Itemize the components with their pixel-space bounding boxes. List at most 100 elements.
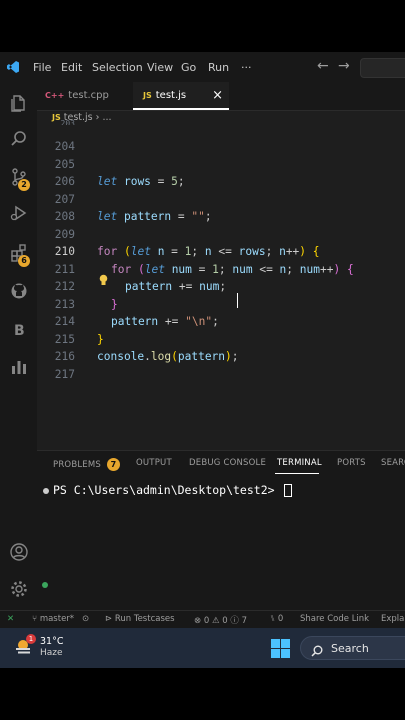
github-icon[interactable]: [0, 276, 37, 306]
vscode-logo-icon: [6, 60, 20, 74]
code-token: ;: [191, 245, 199, 258]
code-line: pattern += "\n";: [111, 315, 219, 328]
bracket-token: (: [137, 262, 145, 276]
explain-button[interactable]: Explain: [381, 614, 405, 624]
lightbulb-icon[interactable]: [98, 274, 109, 289]
line-number: 217: [54, 367, 75, 381]
warning-icon: ⚠: [211, 616, 220, 626]
code-token: console: [97, 350, 145, 363]
source-control-badge: 2: [18, 179, 30, 191]
back-arrow-icon[interactable]: ←: [317, 58, 329, 74]
problems-status-button[interactable]: ⊗ 0 ⚠ 0 ⓘ 7: [194, 614, 247, 626]
menu-run[interactable]: Run: [208, 61, 229, 74]
code-token: ++: [320, 262, 334, 276]
code-token: +=: [158, 315, 186, 328]
terminal-prompt[interactable]: PS C:\Users\admin\Desktop\test2>: [43, 483, 293, 497]
code-line: }: [97, 333, 104, 346]
search-icon[interactable]: [0, 124, 37, 154]
vscode-window: File Edit Selection View Go Run ··· ← → …: [0, 52, 405, 668]
panel-tab-ports[interactable]: PORTS: [337, 458, 366, 468]
code-line: for (let n = 1; n <= rows; n++) {: [97, 245, 320, 258]
menu-more[interactable]: ···: [241, 61, 252, 74]
windows-start-icon[interactable]: [271, 639, 290, 658]
bracket-token: {: [347, 262, 354, 276]
menu-selection[interactable]: Selection: [92, 61, 143, 74]
cpp-file-icon: C++: [45, 91, 65, 100]
panel-tab-problems[interactable]: PROBLEMS 7: [53, 458, 120, 471]
title-bar: File Edit Selection View Go Run ··· ← →: [0, 52, 405, 82]
forward-arrow-icon[interactable]: →: [338, 58, 350, 74]
remote-icon[interactable]: ✕: [7, 614, 14, 624]
code-token: let: [97, 175, 118, 188]
run-debug-icon[interactable]: [0, 198, 37, 228]
line-number: 203: [60, 120, 75, 125]
code-token: "\n": [185, 315, 213, 328]
taskbar-search-box[interactable]: Search: [300, 636, 405, 660]
code-token: num: [199, 280, 220, 293]
ports-icon: ⑊: [270, 614, 276, 624]
search-icon: [311, 642, 323, 657]
weather-text: Haze: [40, 648, 63, 658]
source-control-icon[interactable]: 2: [0, 162, 37, 192]
code-token: ;: [204, 210, 212, 223]
code-token: ;: [231, 350, 239, 363]
share-code-link-button[interactable]: Share Code Link: [300, 614, 369, 624]
prompt-text: PS C:\Users\admin\Desktop\test2>: [53, 483, 282, 497]
settings-gear-icon[interactable]: [0, 574, 37, 604]
code-token: for: [111, 262, 132, 276]
code-token: <=: [211, 245, 239, 258]
svg-text:B: B: [14, 323, 25, 339]
bracket-token: (: [123, 245, 131, 258]
code-token: rows: [123, 175, 151, 188]
bracket-token: }: [111, 297, 118, 311]
code-token: ;: [218, 262, 226, 276]
bracket-token: ): [225, 350, 232, 363]
extensions-icon[interactable]: 6: [0, 238, 37, 268]
ports-status-button[interactable]: ⑊ 0: [270, 614, 283, 624]
account-icon[interactable]: [0, 537, 37, 567]
notification-badge: 1: [26, 634, 36, 644]
line-number: 206: [54, 175, 75, 188]
prompt-dot-icon: [43, 487, 49, 494]
branch-button[interactable]: ⑂ master*: [32, 614, 74, 624]
panel-tab-terminal[interactable]: TERMINAL: [277, 458, 322, 468]
code-token: n: [204, 245, 212, 258]
tab-label: test.js: [155, 90, 187, 101]
info-icon: ⓘ: [230, 616, 239, 626]
code-token: let: [144, 262, 165, 276]
code-token: pattern: [123, 210, 172, 223]
bracket-token: }: [97, 332, 104, 346]
menu-go[interactable]: Go: [181, 61, 196, 74]
js-file-icon: JS: [143, 91, 152, 100]
tab-test-cpp[interactable]: C++ test.cpp: [37, 82, 127, 110]
code-token: ;: [177, 175, 185, 188]
code-line: console.log(pattern);: [97, 350, 239, 363]
panel-tab-search[interactable]: SEARCH: [381, 458, 405, 468]
line-number: 211: [54, 262, 75, 276]
menu-edit[interactable]: Edit: [61, 61, 82, 74]
explorer-icon[interactable]: [0, 88, 37, 118]
command-center-input[interactable]: [360, 58, 405, 78]
line-number: 209: [54, 227, 75, 241]
bracket-token: {: [312, 245, 320, 258]
code-editor[interactable]: 203 204 205 206 207 208 209 210 211 212 …: [37, 120, 405, 462]
line-number: 212: [54, 280, 75, 293]
problems-count-badge: 7: [107, 458, 120, 471]
run-testcases-button[interactable]: ⊳ Run Testcases: [105, 614, 175, 624]
code-token: n: [279, 245, 286, 258]
menu-view[interactable]: View: [147, 61, 173, 74]
charts-icon[interactable]: [0, 352, 37, 382]
line-number: 216: [54, 350, 75, 363]
windows-taskbar: 1 31°C Haze Search: [0, 628, 405, 668]
tab-test-js[interactable]: JS test.js ×: [133, 82, 229, 110]
panel-tab-debug-console[interactable]: DEBUG CONSOLE: [189, 458, 266, 468]
close-icon[interactable]: ×: [212, 82, 223, 110]
menu-file[interactable]: File: [33, 61, 51, 74]
panel-tab-output[interactable]: OUTPUT: [136, 458, 172, 468]
sync-icon[interactable]: ⊙: [82, 614, 89, 624]
code-token: rows: [238, 245, 266, 258]
testcases-icon: ⊳: [105, 614, 113, 624]
code-token: ;: [265, 245, 273, 258]
bootstrap-icon[interactable]: B: [0, 314, 37, 344]
code-token: =: [191, 262, 213, 276]
